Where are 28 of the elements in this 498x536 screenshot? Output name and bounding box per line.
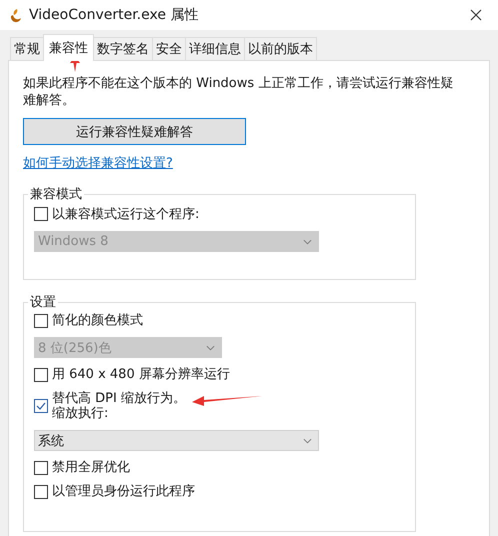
app-icon (8, 7, 24, 23)
dropdown[interactable]: 系统 (34, 430, 319, 451)
close-icon[interactable] (470, 9, 482, 21)
checkbox-label: 禁用全屏优化 (52, 460, 130, 475)
tab[interactable]: 兼容性 (43, 34, 94, 61)
checkbox-label: 简化的颜色模式 (52, 313, 143, 328)
checkbox[interactable] (34, 207, 48, 221)
group-title: 兼容模式 (28, 185, 84, 203)
chevron-icon (303, 438, 312, 444)
checkbox[interactable] (34, 460, 48, 474)
tab[interactable]: 以前的版本 (244, 37, 317, 60)
checkbox-label: 替代高 DPI 缩放行为。 (52, 391, 186, 406)
troubleshoot-button[interactable]: 运行兼容性疑难解答 (23, 118, 246, 145)
checkbox[interactable] (34, 368, 48, 382)
checkbox-label: 以兼容模式运行这个程序: (52, 206, 200, 223)
checkbox[interactable] (34, 314, 48, 328)
help-link[interactable]: 如何手动选择兼容性设置? (23, 154, 173, 172)
chevron-icon (206, 344, 215, 350)
checkbox-label: 以管理员身份运行此程序 (52, 484, 195, 499)
window-title: VideoConverter.exe 属性 (29, 6, 200, 24)
checkbox[interactable] (34, 399, 48, 413)
description-text: 如果此程序不能在这个版本的 Windows 上正常工作，请尝试运行兼容性疑难解答。 (23, 75, 454, 109)
checkbox[interactable] (34, 484, 48, 498)
tab[interactable]: 常规 (10, 37, 44, 60)
chevron-icon (303, 238, 312, 244)
annotation-arrow (192, 396, 262, 406)
scaling-label: 缩放执行: (52, 406, 110, 421)
checkbox-label: 用 640 x 480 屏幕分辨率运行 (52, 367, 230, 382)
